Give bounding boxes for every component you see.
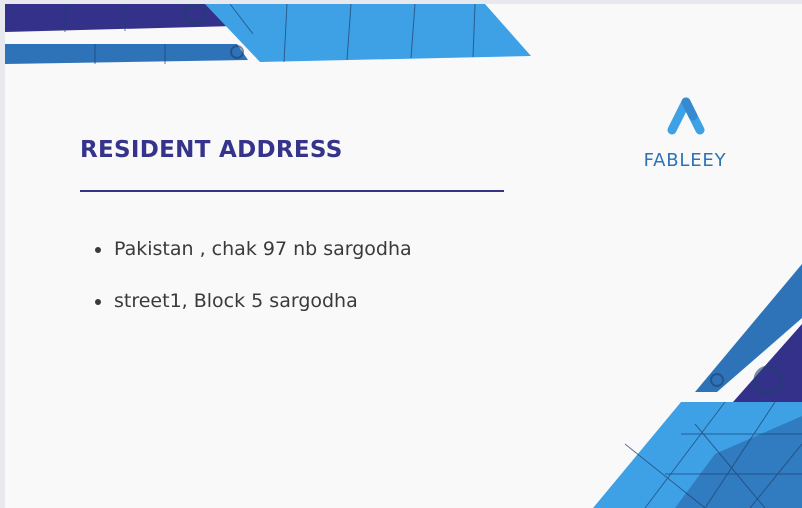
address-line-1: Pakistan , chak 97 nb sargodha: [114, 238, 412, 260]
bullet-icon: [95, 247, 101, 253]
page-title: RESIDENT ADDRESS: [80, 137, 343, 163]
address-line-2: street1, Block 5 sargodha: [114, 290, 358, 312]
list-item: Pakistan , chak 97 nb sargodha: [80, 232, 412, 284]
bottom-right-decoration: [593, 264, 802, 508]
bullet-icon: [95, 299, 101, 305]
top-left-decoration: [5, 4, 531, 64]
list-item: street1, Block 5 sargodha: [80, 284, 412, 336]
slide: RESIDENT ADDRESS Pakistan , chak 97 nb s…: [5, 4, 802, 508]
logo-text: FABLEEY: [643, 150, 727, 171]
address-list: Pakistan , chak 97 nb sargodha street1, …: [80, 232, 412, 336]
fableey-logo-icon: [667, 97, 705, 135]
title-underline: [80, 190, 504, 192]
fableey-logo: FABLEEY: [625, 94, 745, 184]
